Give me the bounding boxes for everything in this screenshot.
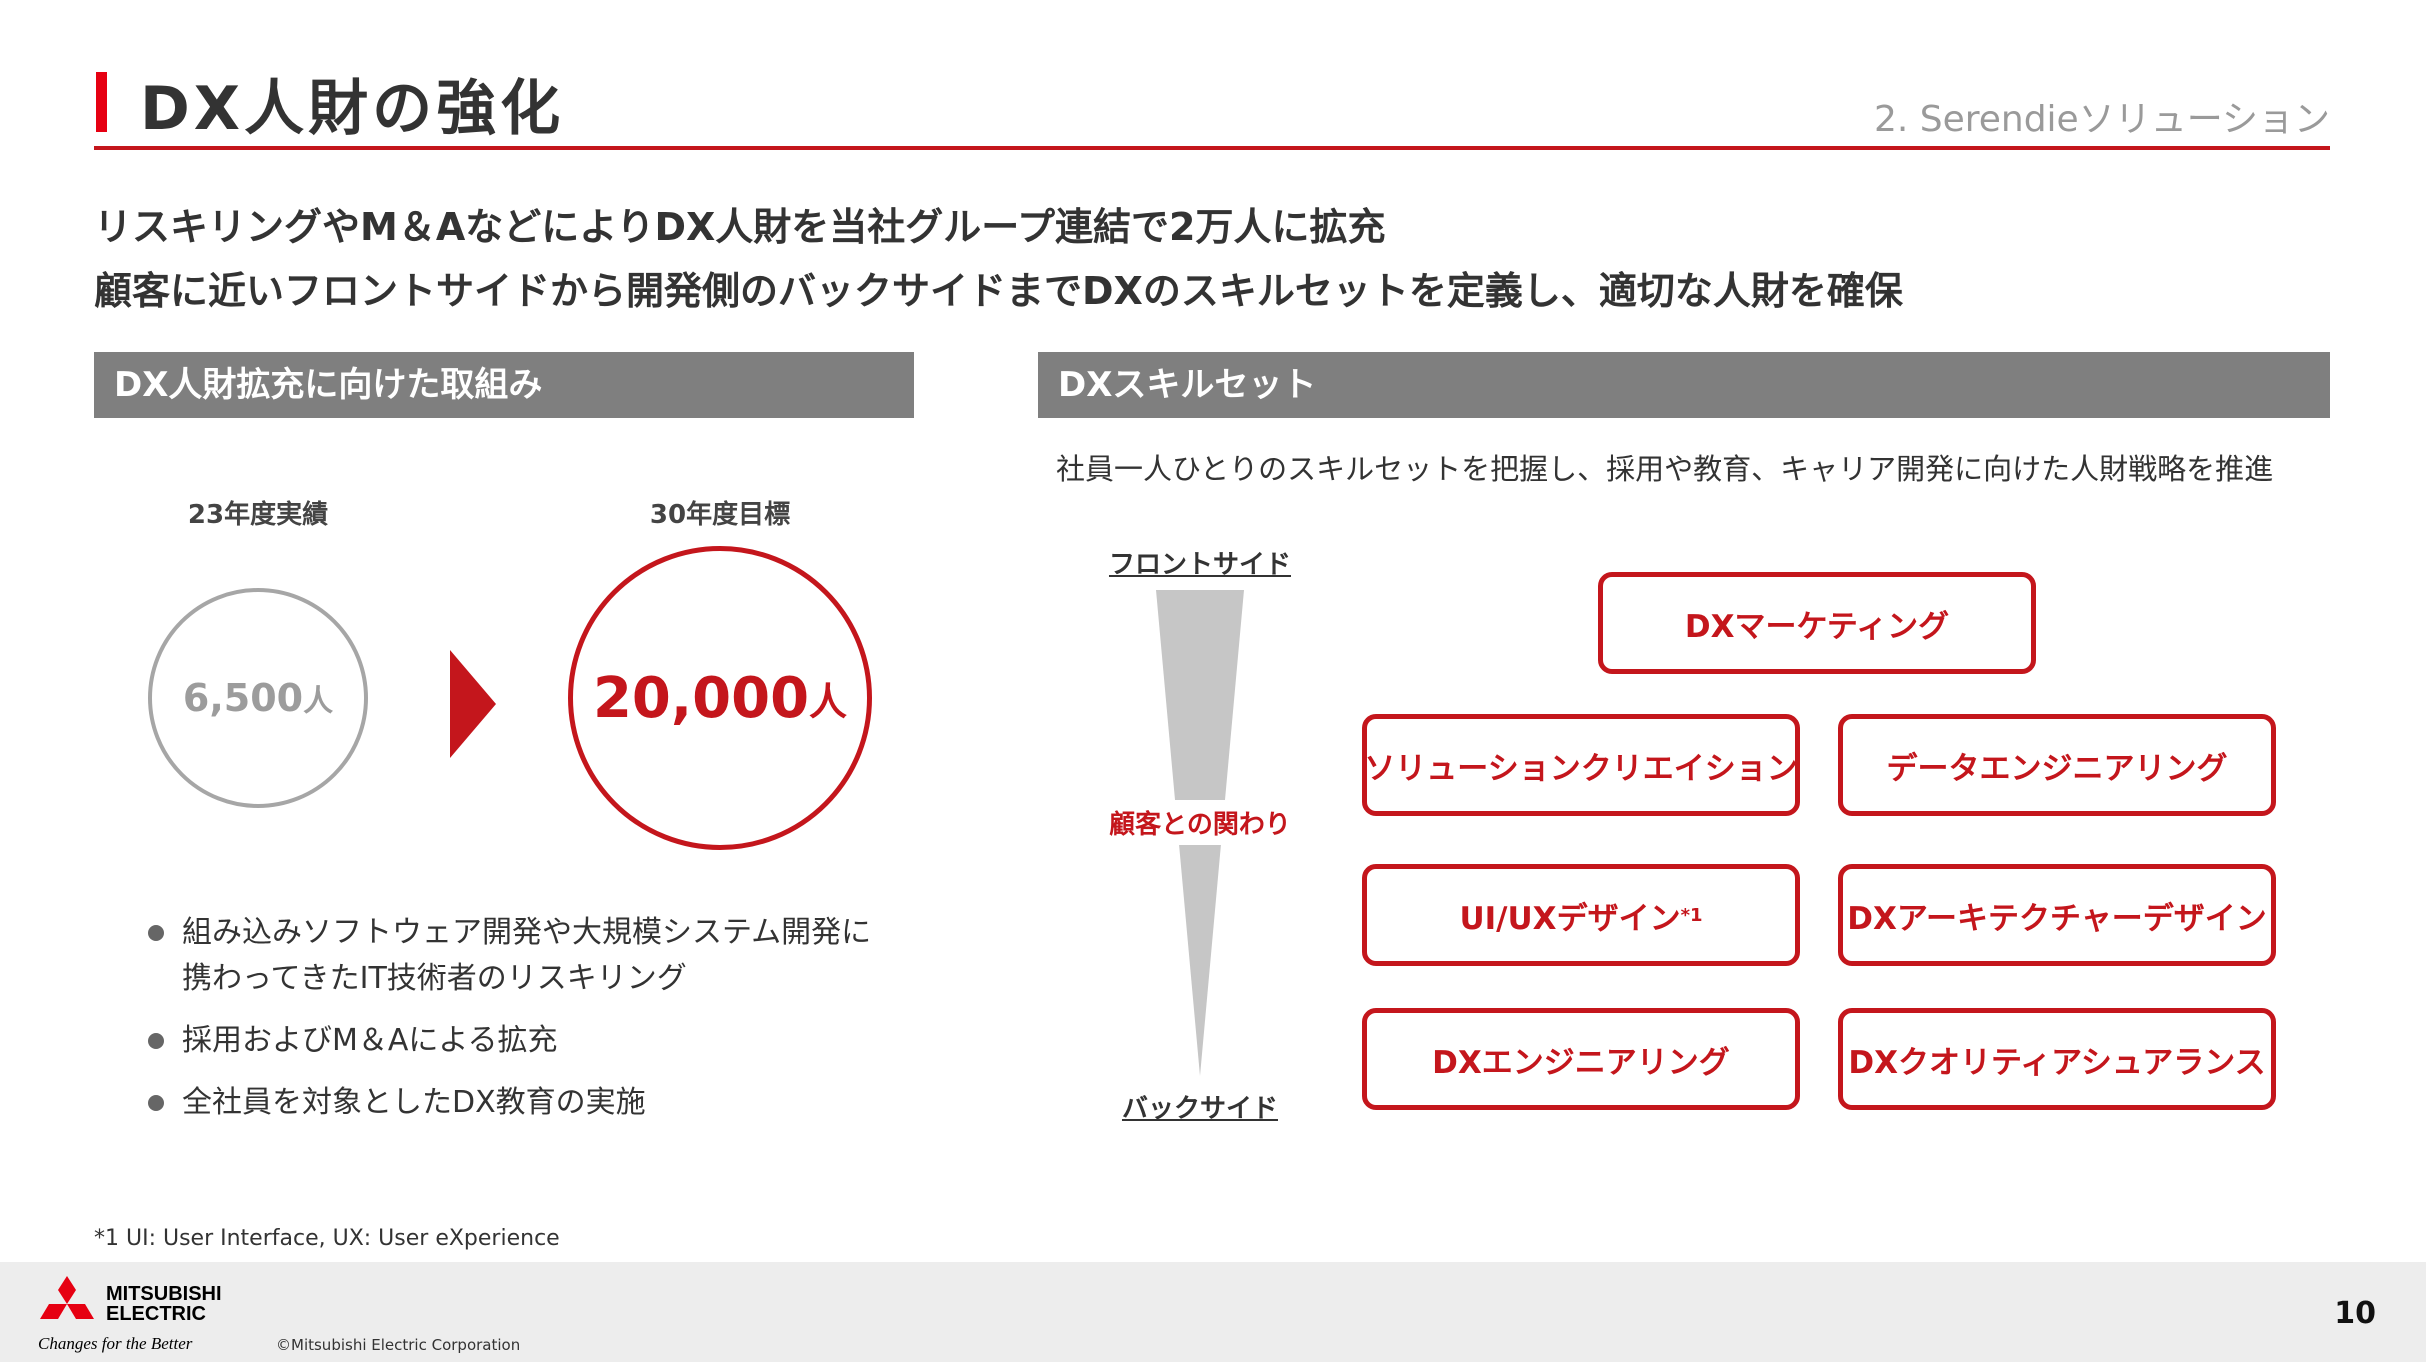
header-divider	[94, 146, 2330, 150]
bullet-item-2-text: 採用およびM＆Aによる拡充	[182, 1023, 558, 1058]
bullet-dot	[148, 1033, 164, 1049]
right-section-heading: DXスキルセット	[1038, 352, 2330, 418]
page-number: 10	[2334, 1296, 2376, 1331]
bullet-item-3-text: 全社員を対象としたDX教育の実施	[182, 1085, 646, 1120]
current-headcount-unit: 人	[303, 684, 334, 719]
copyright: ©Mitsubishi Electric Corporation	[276, 1336, 521, 1354]
bullet-item-1-line2: 携わってきたIT技術者のリスキリング	[182, 961, 687, 996]
bullet-item-1: 組み込みソフトウェア開発や大規模システム開発に 携わってきたIT技術者のリスキリ…	[148, 910, 872, 1002]
current-year-label: 23年度実績	[187, 500, 329, 530]
bullet-item-1-line1: 組み込みソフトウェア開発や大規模システム開発に	[182, 915, 872, 950]
lead-line-1: リスキリングやM＆AなどによりDX人財を当社グループ連結で2万人に拡充	[94, 205, 1386, 249]
skill-dx-quality-assurance: DXクオリティアシュアランス	[1838, 1008, 2276, 1110]
page-title: DX人財の強化	[140, 74, 565, 144]
skill-uiux-design-label: UI/UXデザイン	[1459, 900, 1681, 937]
axis-bottom-label: バックサイド	[1121, 1094, 1278, 1124]
target-headcount-unit: 人	[809, 679, 848, 724]
logo-tagline: Changes for the Better	[38, 1334, 193, 1353]
bullet-item-2: 採用およびM＆Aによる拡充	[148, 1018, 558, 1064]
logo-text-line2: ELECTRIC	[106, 1303, 206, 1325]
bullet-dot	[148, 925, 164, 941]
skill-dx-engineering: DXエンジニアリング	[1362, 1008, 1800, 1110]
target-headcount-circle: 20,000 人	[568, 546, 872, 850]
skill-dx-marketing: DXマーケティング	[1598, 572, 2036, 674]
skill-solution-creation: ソリューションクリエイション	[1362, 714, 1800, 816]
logo-text-line1: MITSUBISHI	[106, 1283, 222, 1305]
left-section-heading: DX人財拡充に向けた取組み	[94, 352, 914, 418]
current-headcount-value: 6,500	[182, 676, 304, 720]
growth-arrow-icon	[450, 650, 496, 758]
skill-data-engineering: データエンジニアリング	[1838, 714, 2276, 816]
axis-top-label: フロントサイド	[1108, 550, 1291, 580]
section-label: 2. Serendieソリューション	[1873, 99, 2330, 140]
footnote: *1 UI: User Interface, UX: User eXperien…	[94, 1226, 560, 1251]
current-headcount-circle: 6,500 人	[148, 588, 368, 808]
axis-middle-label: 顧客との関わり	[1090, 800, 1310, 845]
bullet-item-3: 全社員を対象としたDX教育の実施	[148, 1080, 646, 1126]
skill-description: 社員一人ひとりのスキルセットを把握し、採用や教育、キャリア開発に向けた人財戦略を…	[1056, 452, 2274, 486]
bullet-dot	[148, 1095, 164, 1111]
title-accent-bar	[96, 72, 107, 132]
uiux-footnote-mark: *1	[1680, 904, 1703, 926]
lead-line-2: 顧客に近いフロントサイドから開発側のバックサイドまでDXのスキルセットを定義し、…	[94, 269, 1903, 313]
skill-dx-architecture-design: DXアーキテクチャーデザイン	[1838, 864, 2276, 966]
target-year-label: 30年度目標	[649, 500, 791, 530]
mitsubishi-logo-icon	[40, 1276, 94, 1319]
skill-uiux-design: UI/UXデザイン *1	[1362, 864, 1800, 966]
target-headcount-value: 20,000	[592, 665, 810, 731]
